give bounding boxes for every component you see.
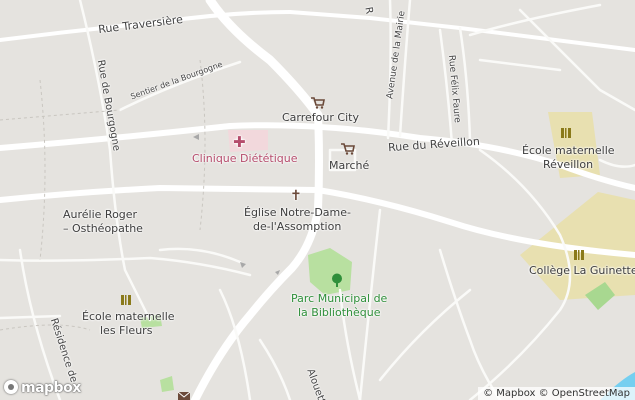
shopping-cart-icon[interactable] — [311, 97, 325, 109]
poi-ecole-reveillon-line2[interactable]: Réveillon — [543, 158, 593, 172]
school-icon[interactable] — [120, 294, 132, 306]
tree-icon[interactable] — [330, 273, 344, 287]
park-area — [308, 248, 352, 295]
poi-marche[interactable]: Marché — [329, 159, 369, 173]
poi-osteopathe-line2[interactable]: – Osthéopathe — [63, 222, 143, 236]
church-cross-icon[interactable]: ✝ — [290, 188, 302, 204]
road-main-nw — [205, 0, 323, 120]
school-icon[interactable] — [573, 249, 585, 261]
poi-eglise-line2[interactable]: de-l'Assomption — [253, 220, 341, 234]
shopping-cart-icon[interactable] — [341, 143, 355, 155]
poi-clinique-dietetique[interactable]: Clinique Diététique — [192, 152, 298, 166]
mapbox-logo[interactable]: mapbox — [4, 380, 81, 396]
cross-icon[interactable]: ✚ — [233, 133, 246, 151]
park-area-3 — [160, 376, 174, 392]
poi-eglise-line1[interactable]: Église Notre-Dame- — [244, 206, 351, 220]
poi-carrefour-city[interactable]: Carrefour City — [282, 111, 359, 125]
poi-ecole-fleurs-line2[interactable]: les Fleurs — [100, 324, 152, 338]
mail-icon[interactable] — [178, 392, 190, 400]
poi-parc-line1[interactable]: Parc Municipal de — [291, 292, 387, 306]
poi-ecole-fleurs-line1[interactable]: École maternelle — [82, 310, 175, 324]
attribution[interactable]: © Mapbox © OpenStreetMap — [478, 387, 635, 400]
poi-parc-line2[interactable]: la Bibliothèque — [298, 306, 381, 320]
poi-ecole-reveillon-line1[interactable]: École maternelle — [522, 144, 615, 158]
poi-osteopathe-line1[interactable]: Aurélie Roger — [63, 208, 137, 222]
map-canvas[interactable]: Rue Traversière Rue de Bourgogne Sentier… — [0, 0, 635, 400]
poi-college-la-guinette[interactable]: Collège La Guinette — [529, 264, 635, 278]
school-icon[interactable] — [560, 127, 572, 139]
